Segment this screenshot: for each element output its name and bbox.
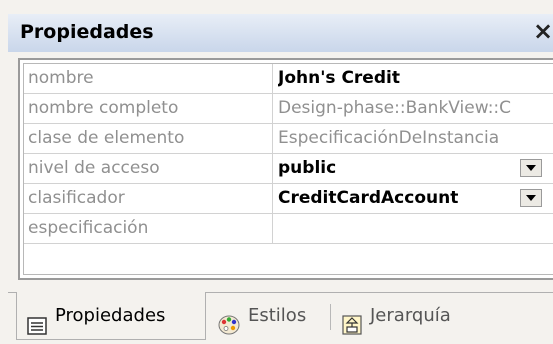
property-row-nombre-completo[interactable]: nombre completo Design-phase::BankView::… (24, 94, 553, 124)
property-value: EspecificaciónDeInstancia (278, 128, 500, 148)
property-label: nombre (28, 68, 94, 88)
property-grid-body: nombre John's Credit nombre completo Des… (23, 63, 553, 275)
property-value: Design-phase::BankView::C (278, 98, 512, 118)
property-row-especificacion[interactable]: especificación (24, 214, 553, 244)
property-grid: nombre John's Credit nombre completo Des… (18, 58, 553, 280)
tab-label: Estilos (248, 305, 307, 326)
tab-label: Jerarquía (370, 305, 451, 326)
property-value[interactable] (278, 214, 553, 243)
close-icon[interactable]: × (533, 17, 553, 45)
column-divider (272, 94, 273, 123)
column-divider (272, 154, 273, 183)
tab-estilos[interactable]: Estilos (216, 292, 326, 340)
property-label: nivel de acceso (28, 158, 160, 178)
property-value[interactable]: public (278, 154, 553, 183)
tab-bar: Propiedades Estilos Jerarquía (0, 282, 553, 344)
property-label: especificación (28, 218, 149, 238)
property-row-clasificador[interactable]: clasificador CreditCardAccount (24, 184, 553, 214)
property-value[interactable]: CreditCardAccount (278, 184, 553, 213)
hierarchy-icon (342, 306, 362, 344)
property-label: clasificador (28, 188, 125, 208)
property-label: nombre completo (28, 98, 179, 118)
classifier-dropdown-button[interactable] (520, 189, 542, 207)
chevron-down-icon (526, 165, 536, 171)
property-row-clase-de-elemento[interactable]: clase de elemento EspecificaciónDeInstan… (24, 124, 553, 154)
column-divider (272, 124, 273, 153)
title-bar: Propiedades × (8, 14, 553, 52)
tab-label: Propiedades (55, 305, 166, 326)
panel-title: Propiedades (20, 21, 154, 43)
palette-icon (218, 306, 240, 344)
property-row-nombre[interactable]: nombre John's Credit (24, 64, 553, 94)
property-label: clase de elemento (28, 128, 185, 148)
chevron-down-icon (526, 195, 536, 201)
column-divider (272, 184, 273, 213)
tab-divider (330, 304, 331, 330)
properties-window: Propiedades × nombre John's Credit nombr… (0, 0, 553, 344)
tab-jerarquia[interactable]: Jerarquía (338, 292, 488, 340)
column-divider (272, 64, 273, 93)
property-value[interactable]: John's Credit (278, 64, 553, 93)
column-divider (272, 214, 273, 243)
tab-propiedades[interactable]: Propiedades (16, 292, 206, 340)
property-row-nivel-de-acceso[interactable]: nivel de acceso public (24, 154, 553, 184)
access-level-dropdown-button[interactable] (520, 159, 542, 177)
properties-list-icon (27, 306, 47, 344)
